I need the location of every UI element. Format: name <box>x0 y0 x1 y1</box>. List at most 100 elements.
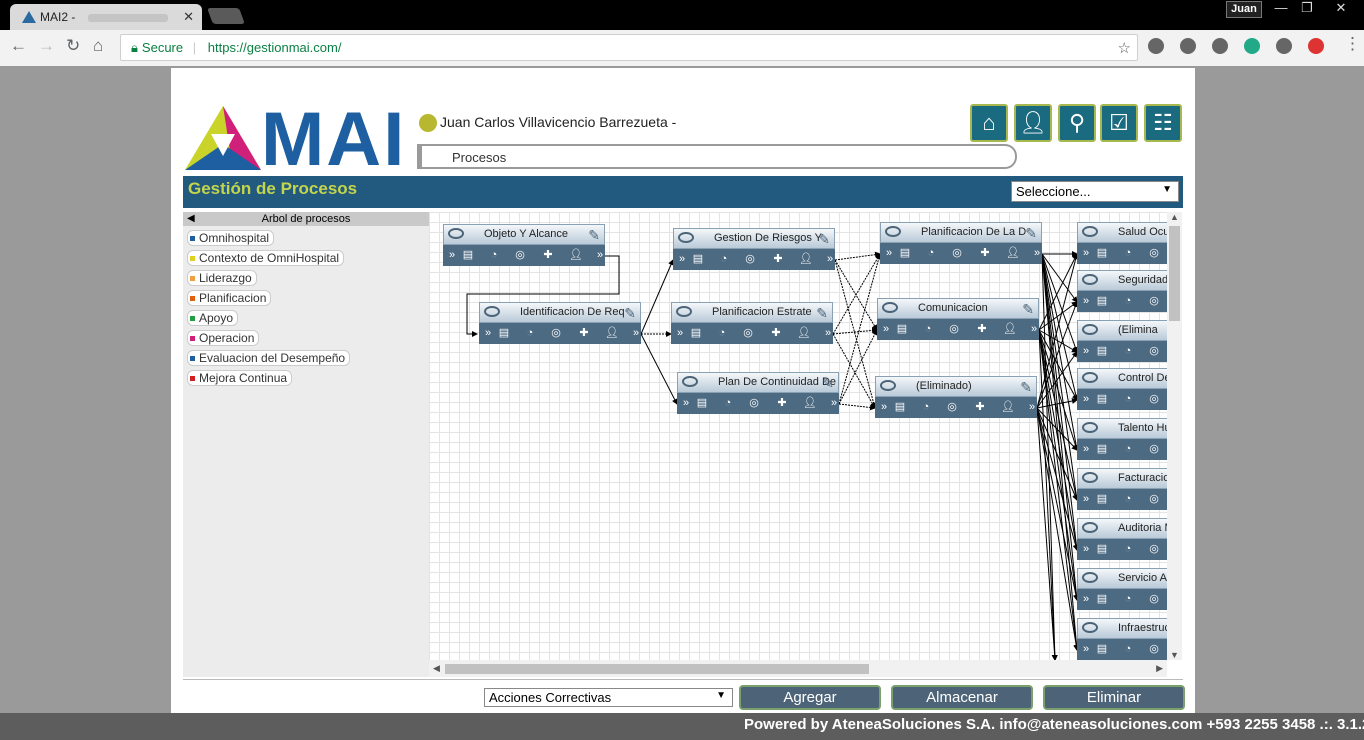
eye-icon[interactable] <box>885 226 901 237</box>
expand-icon[interactable]: » <box>445 248 459 262</box>
collapse-icon[interactable]: ◀ <box>187 212 195 226</box>
edit-icon[interactable]: ✎ <box>1025 224 1037 242</box>
home-browser-icon[interactable]: ⌂ <box>93 36 103 56</box>
process-node[interactable]: Infraestructu✎»▤◔◎✚👤︎» <box>1077 618 1167 660</box>
back-icon[interactable]: ← <box>10 36 27 56</box>
eye-icon[interactable] <box>1082 522 1098 533</box>
chart-icon[interactable]: ◔ <box>921 322 935 336</box>
owner-icon[interactable]: 👤︎ <box>1006 246 1020 260</box>
vertical-scrollbar[interactable]: ▲ ▼ <box>1167 212 1182 660</box>
process-node-header[interactable]: Servicio Al C✎ <box>1077 568 1167 589</box>
document-icon[interactable]: ▤ <box>691 252 705 266</box>
target-icon[interactable]: ◎ <box>1147 392 1161 406</box>
profile-button[interactable]: Juan <box>1226 1 1262 18</box>
owner-icon[interactable]: 👤︎ <box>803 396 817 410</box>
document-icon[interactable]: ▤ <box>1095 344 1109 358</box>
chart-icon[interactable]: ◔ <box>1121 542 1135 556</box>
move-icon[interactable]: ✚ <box>775 396 789 410</box>
process-node-header[interactable]: Objeto Y Alcance ✎ <box>443 224 605 245</box>
edit-icon[interactable]: ✎ <box>822 374 834 392</box>
process-node[interactable]: Comunicacion ✎» ▤ ◔ ◎ ✚ 👤︎» <box>877 298 1039 340</box>
expand-icon[interactable]: » <box>821 326 835 340</box>
chart-icon[interactable]: ◔ <box>919 400 933 414</box>
target-icon[interactable]: ◎ <box>1147 592 1161 606</box>
target-icon[interactable]: ◎ <box>549 326 563 340</box>
target-icon[interactable]: ◎ <box>1147 542 1161 556</box>
process-node[interactable]: Gestion De Riesgos Y ✎» ▤ ◔ ◎ ✚ 👤︎» <box>673 228 835 270</box>
new-tab-button[interactable] <box>207 8 245 24</box>
expand-icon[interactable]: » <box>629 326 643 340</box>
process-node[interactable]: Objeto Y Alcance ✎» ▤ ◔ ◎ ✚ 👤︎» <box>443 224 605 266</box>
move-icon[interactable]: ✚ <box>978 246 992 260</box>
expand-icon[interactable]: » <box>673 326 687 340</box>
process-node-header[interactable]: Identificacion De Req ✎ <box>479 302 641 323</box>
process-select[interactable]: Seleccione... ▼ <box>1011 181 1179 202</box>
process-node-header[interactable]: Talento Hu✎ <box>1077 418 1167 439</box>
horizontal-scrollbar[interactable]: ◀ ▶ <box>429 660 1167 677</box>
chart-icon[interactable]: ◔ <box>924 246 938 260</box>
dropbox-icon[interactable] <box>1180 38 1196 54</box>
process-node[interactable]: Identificacion De Req ✎» ▤ ◔ ◎ ✚ 👤︎» <box>479 302 641 344</box>
target-icon[interactable]: ◎ <box>950 246 964 260</box>
close-window-icon[interactable]: ✕ <box>1328 0 1354 16</box>
process-node[interactable]: Talento Hu✎»▤◔◎✚👤︎» <box>1077 418 1167 460</box>
minimize-icon[interactable]: — <box>1268 0 1294 15</box>
scroll-down-icon[interactable]: ▼ <box>1170 650 1179 660</box>
chart-icon[interactable]: ◔ <box>1121 642 1135 656</box>
compass-icon[interactable] <box>1212 38 1228 54</box>
scroll-left-icon[interactable]: ◀ <box>433 663 440 674</box>
expand-icon[interactable]: » <box>1079 492 1093 506</box>
tree-item[interactable]: Operacion <box>187 330 260 346</box>
user-button[interactable]: 👤︎ <box>1014 104 1052 142</box>
eye-icon[interactable] <box>484 306 500 317</box>
expand-icon[interactable]: » <box>882 246 896 260</box>
process-node[interactable]: Servicio Al C✎»▤◔◎✚👤︎» <box>1077 568 1167 610</box>
scroll-up-icon[interactable]: ▲ <box>1170 212 1179 222</box>
restore-icon[interactable]: ❐ <box>1294 0 1320 16</box>
process-node-header[interactable]: Planificacion De La D ✎ <box>880 222 1042 243</box>
chart-icon[interactable]: ◔ <box>1121 492 1135 506</box>
document-icon[interactable]: ▤ <box>1095 492 1109 506</box>
chart-icon[interactable]: ◔ <box>1121 344 1135 358</box>
eye-icon[interactable] <box>676 306 692 317</box>
scroll-right-icon[interactable]: ▶ <box>1156 663 1163 674</box>
tree-item[interactable]: Evaluacion del Desempeño <box>187 350 351 366</box>
expand-icon[interactable]: » <box>1079 392 1093 406</box>
expand-icon[interactable]: » <box>675 252 689 266</box>
edit-icon[interactable]: ✎ <box>588 226 600 244</box>
target-icon[interactable]: ◎ <box>1147 642 1161 656</box>
save-button[interactable]: Almacenar <box>891 685 1033 710</box>
target-icon[interactable]: ◎ <box>945 400 959 414</box>
delete-button[interactable]: Eliminar <box>1043 685 1185 710</box>
expand-icon[interactable]: » <box>1027 322 1041 336</box>
process-node-header[interactable]: Facturacion C✎ <box>1077 468 1167 489</box>
process-canvas[interactable]: Objeto Y Alcance ✎» ▤ ◔ ◎ ✚ 👤︎» Identificacion … <box>429 212 1167 660</box>
process-node[interactable]: Plan De Continuidad De ✎» ▤ ◔ ◎ ✚ 👤︎» <box>677 372 839 414</box>
chart-icon[interactable]: ◔ <box>717 252 731 266</box>
chart-icon[interactable]: ◔ <box>1121 442 1135 456</box>
owner-icon[interactable]: 👤︎ <box>569 248 583 262</box>
expand-icon[interactable]: » <box>1079 592 1093 606</box>
expand-icon[interactable]: » <box>877 400 891 414</box>
expand-icon[interactable]: » <box>1079 246 1093 260</box>
document-icon[interactable]: ▤ <box>695 396 709 410</box>
chart-icon[interactable]: ◔ <box>715 326 729 340</box>
document-icon[interactable]: ▤ <box>497 326 511 340</box>
target-icon[interactable]: ◎ <box>1147 344 1161 358</box>
process-node-header[interactable]: Gestion De Riesgos Y ✎ <box>673 228 835 249</box>
target-icon[interactable]: ◎ <box>1147 294 1161 308</box>
eye-icon[interactable] <box>448 228 464 239</box>
expand-icon[interactable]: » <box>481 326 495 340</box>
process-node-header[interactable]: (Elimina✎ <box>1077 320 1167 341</box>
document-icon[interactable]: ▤ <box>1095 542 1109 556</box>
owner-icon[interactable]: 👤︎ <box>799 252 813 266</box>
target-icon[interactable]: ◎ <box>1147 442 1161 456</box>
process-node-header[interactable]: Control De In✎ <box>1077 368 1167 389</box>
expand-icon[interactable]: » <box>1030 246 1044 260</box>
chart-icon[interactable]: ◔ <box>1121 294 1135 308</box>
expand-icon[interactable]: » <box>879 322 893 336</box>
eye-icon[interactable] <box>1082 226 1098 237</box>
speed-icon[interactable] <box>1276 38 1292 54</box>
eye-icon[interactable] <box>1082 274 1098 285</box>
move-icon[interactable]: ✚ <box>975 322 989 336</box>
